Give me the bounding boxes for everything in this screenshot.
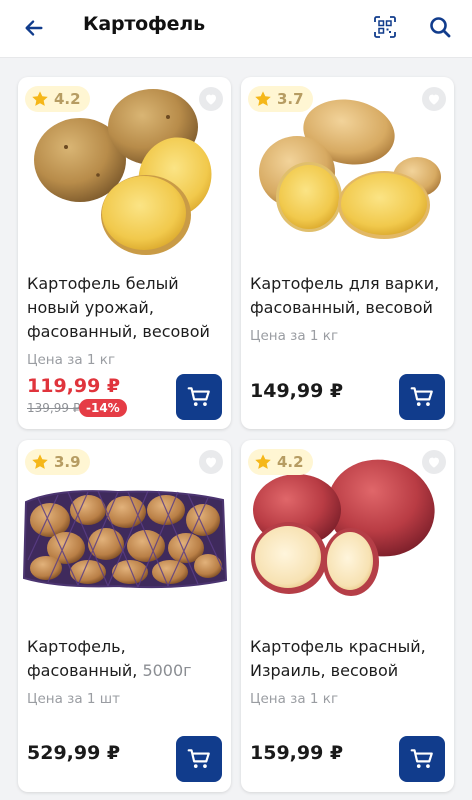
product-name: Картофель, фасованный, 5000г: [27, 635, 223, 683]
rating-badge: 3.9: [25, 449, 90, 475]
add-to-cart-button[interactable]: [176, 374, 222, 420]
heart-icon: [426, 91, 442, 107]
search-button[interactable]: [424, 11, 456, 43]
unit-price-label: Цена за 1 кг: [27, 352, 116, 368]
qr-scan-button[interactable]: [370, 12, 400, 42]
qr-scan-icon: [374, 16, 396, 38]
product-name: Картофель для варки, фасованный, весовой: [250, 274, 440, 317]
favorite-button[interactable]: [422, 450, 446, 474]
product-weight: 5000г: [142, 661, 192, 680]
rating-value: 4.2: [54, 90, 81, 108]
product-price: 149,99 ₽: [250, 380, 344, 402]
star-icon: [31, 90, 49, 108]
product-card[interactable]: 4.2 Картофель красный, Израиль, весовой …: [241, 440, 454, 792]
product-name: Картофель белый новый урожай, фасованный…: [27, 274, 210, 341]
product-price: 529,99 ₽: [27, 742, 121, 764]
rating-badge: 4.2: [248, 449, 313, 475]
heart-icon: [426, 454, 442, 470]
add-to-cart-button[interactable]: [399, 374, 445, 420]
rating-value: 3.7: [277, 90, 304, 108]
old-price: 139,99 ₽: [27, 401, 81, 415]
back-button[interactable]: [18, 12, 50, 44]
favorite-button[interactable]: [199, 87, 223, 111]
star-icon: [254, 90, 272, 108]
favorite-button[interactable]: [422, 87, 446, 111]
favorite-button[interactable]: [199, 450, 223, 474]
unit-price-label: Цена за 1 кг: [250, 328, 339, 344]
heart-icon: [203, 454, 219, 470]
cart-icon: [186, 746, 212, 772]
add-to-cart-button[interactable]: [176, 736, 222, 782]
discount-badge: -14%: [79, 399, 127, 417]
add-to-cart-button[interactable]: [399, 736, 445, 782]
product-price: 119,99 ₽: [27, 375, 121, 397]
product-price: 159,99 ₽: [250, 742, 344, 764]
product-name-text: Картофель, фасованный,: [27, 637, 138, 680]
rating-badge: 4.2: [25, 86, 90, 112]
app-header: Картофель: [0, 0, 472, 58]
product-card[interactable]: 3.7 Картофель для варки, фасованный, вес…: [241, 77, 454, 429]
product-name: Картофель красный, Израиль, весовой: [250, 637, 426, 680]
cart-icon: [409, 384, 435, 410]
product-card[interactable]: 3.9 Картофель, фасованный, 5000г Цена за…: [18, 440, 231, 792]
arrow-left-icon: [25, 20, 43, 36]
star-icon: [254, 453, 272, 471]
unit-price-label: Цена за 1 шт: [27, 691, 121, 707]
star-icon: [31, 453, 49, 471]
rating-badge: 3.7: [248, 86, 313, 112]
product-card[interactable]: 4.2 Картофель белый новый урожай, фасова…: [18, 77, 231, 429]
cart-icon: [186, 384, 212, 410]
search-icon: [430, 17, 451, 38]
cart-icon: [409, 746, 435, 772]
unit-price-label: Цена за 1 кг: [250, 691, 339, 707]
rating-value: 3.9: [54, 453, 81, 471]
page-title: Картофель: [83, 13, 205, 35]
heart-icon: [203, 91, 219, 107]
rating-value: 4.2: [277, 453, 304, 471]
